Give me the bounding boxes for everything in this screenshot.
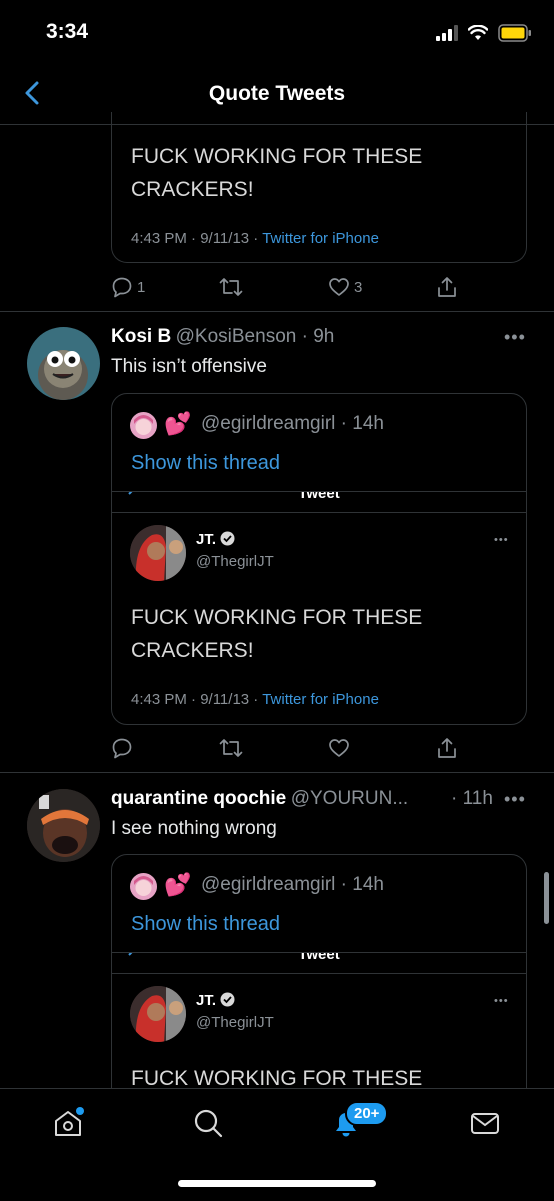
embedded-more-icon: ••• xyxy=(494,534,509,546)
reply-icon xyxy=(112,277,132,298)
author-handle[interactable]: @YOURUN... xyxy=(291,788,408,809)
tweet-text: This isn’t offensive xyxy=(111,356,267,377)
author-handle[interactable]: @KosiBenson · 9h xyxy=(176,326,335,347)
share-icon xyxy=(438,738,456,758)
reply-button[interactable] xyxy=(111,737,133,759)
sparkling-hearts-emoji: 💕 xyxy=(164,872,192,897)
reply-icon xyxy=(112,738,132,759)
tweet-text: I see nothing wrong xyxy=(111,818,277,839)
author-name[interactable]: quarantine qoochie xyxy=(111,788,286,809)
author-name[interactable]: Kosi B xyxy=(111,326,171,347)
retweet-icon xyxy=(219,278,243,296)
retweet-button[interactable] xyxy=(219,737,243,759)
avatar[interactable] xyxy=(27,327,100,400)
retweet-button[interactable] xyxy=(219,276,243,298)
divider xyxy=(0,772,554,773)
jt-name: JT. xyxy=(196,992,235,1009)
quoted-tweet-text-line: CRACKERS! xyxy=(131,639,254,662)
home-indicator xyxy=(178,1180,376,1187)
share-button[interactable] xyxy=(436,275,458,299)
quoted-tweet-text-line: FUCK WORKING FOR THESE xyxy=(131,606,423,629)
quoted-tweet-card[interactable]: 💕 @egirldreamgirl · 14h Show this thread… xyxy=(111,854,527,1116)
jt-handle: @ThegirlJT xyxy=(196,553,274,570)
jt-handle: @ThegirlJT xyxy=(196,1014,274,1031)
wifi-icon xyxy=(468,25,488,40)
quoted-tweet-card[interactable]: FUCK WORKING FOR THESE CRACKERS! 4:43 PM… xyxy=(111,112,527,263)
tweet-meta: 4:43 PM · 9/11/13 · Twitter for iPhone xyxy=(131,230,379,247)
verified-badge-icon xyxy=(220,992,235,1007)
sparkling-hearts-emoji: 💕 xyxy=(164,411,192,436)
quoted-avatar xyxy=(130,412,157,439)
tweet-timestamp: 4:43 PM · 9/11/13 · xyxy=(131,691,263,708)
like-button[interactable] xyxy=(328,737,350,759)
scrollbar[interactable] xyxy=(544,872,549,924)
search-icon xyxy=(194,1109,223,1138)
tab-home[interactable] xyxy=(52,1107,84,1139)
embedded-tweet-header-bar: Tweet xyxy=(112,952,526,974)
reply-count: 1 xyxy=(137,278,146,296)
tab-search[interactable] xyxy=(192,1107,224,1139)
retweet-icon xyxy=(219,739,243,757)
like-button[interactable]: 3 xyxy=(328,276,362,298)
tweet-source-link[interactable]: Twitter for iPhone xyxy=(262,230,379,247)
avatar[interactable] xyxy=(27,789,100,862)
embedded-more-icon: ••• xyxy=(494,995,509,1007)
jt-name: JT. xyxy=(196,531,235,548)
quoted-tweet-text-line: CRACKERS! xyxy=(131,178,254,201)
more-options-icon[interactable]: ••• xyxy=(504,789,526,810)
quoted-handle: @egirldreamgirl · 14h xyxy=(201,874,384,895)
jt-avatar xyxy=(130,986,186,1042)
verified-badge-icon xyxy=(220,531,235,546)
embedded-tweet-label: Tweet xyxy=(298,952,340,963)
like-count: 3 xyxy=(354,278,363,296)
quoted-tweet-text-line: FUCK WORKING FOR THESE xyxy=(131,145,423,168)
battery-icon xyxy=(498,24,531,42)
tab-messages[interactable] xyxy=(469,1107,501,1139)
embedded-tweet-header-bar: Tweet xyxy=(112,491,526,513)
more-options-icon[interactable]: ••• xyxy=(504,327,526,348)
status-time: 3:34 xyxy=(46,20,89,43)
quoted-tweet-card[interactable]: 💕 @egirldreamgirl · 14h Show this thread… xyxy=(111,393,527,725)
mail-icon xyxy=(471,1113,499,1134)
reply-button[interactable]: 1 xyxy=(111,276,145,298)
page-title: Quote Tweets xyxy=(208,82,346,105)
avatar-cartoon-icon xyxy=(38,350,88,400)
heart-icon xyxy=(329,278,349,296)
quoted-avatar xyxy=(130,873,157,900)
tweet-source-link[interactable]: Twitter for iPhone xyxy=(262,691,379,708)
jt-avatar xyxy=(130,525,186,581)
signal-icon xyxy=(436,25,458,41)
avatar-photo-icon xyxy=(27,789,100,862)
embedded-tweet-label: Tweet xyxy=(298,491,340,502)
tweet-time: · 11h xyxy=(451,788,493,809)
divider xyxy=(0,311,554,312)
tweet-timestamp: 4:43 PM · 9/11/13 · xyxy=(131,230,263,247)
share-icon xyxy=(438,277,456,297)
show-thread-link[interactable]: Show this thread xyxy=(131,913,280,936)
heart-icon xyxy=(329,739,349,757)
show-thread-link[interactable]: Show this thread xyxy=(131,452,280,475)
status-icons xyxy=(436,22,532,44)
notification-badge: 20+ xyxy=(345,1101,389,1126)
tweet-meta: 4:43 PM · 9/11/13 · Twitter for iPhone xyxy=(131,691,379,708)
tweet-header: Kosi B @KosiBenson · 9h xyxy=(111,326,334,348)
share-button[interactable] xyxy=(436,736,458,760)
quoted-handle: @egirldreamgirl · 14h xyxy=(201,413,384,434)
tweet-header: quarantine qoochie @YOURUN... xyxy=(111,788,408,810)
home-icon xyxy=(55,1107,84,1136)
